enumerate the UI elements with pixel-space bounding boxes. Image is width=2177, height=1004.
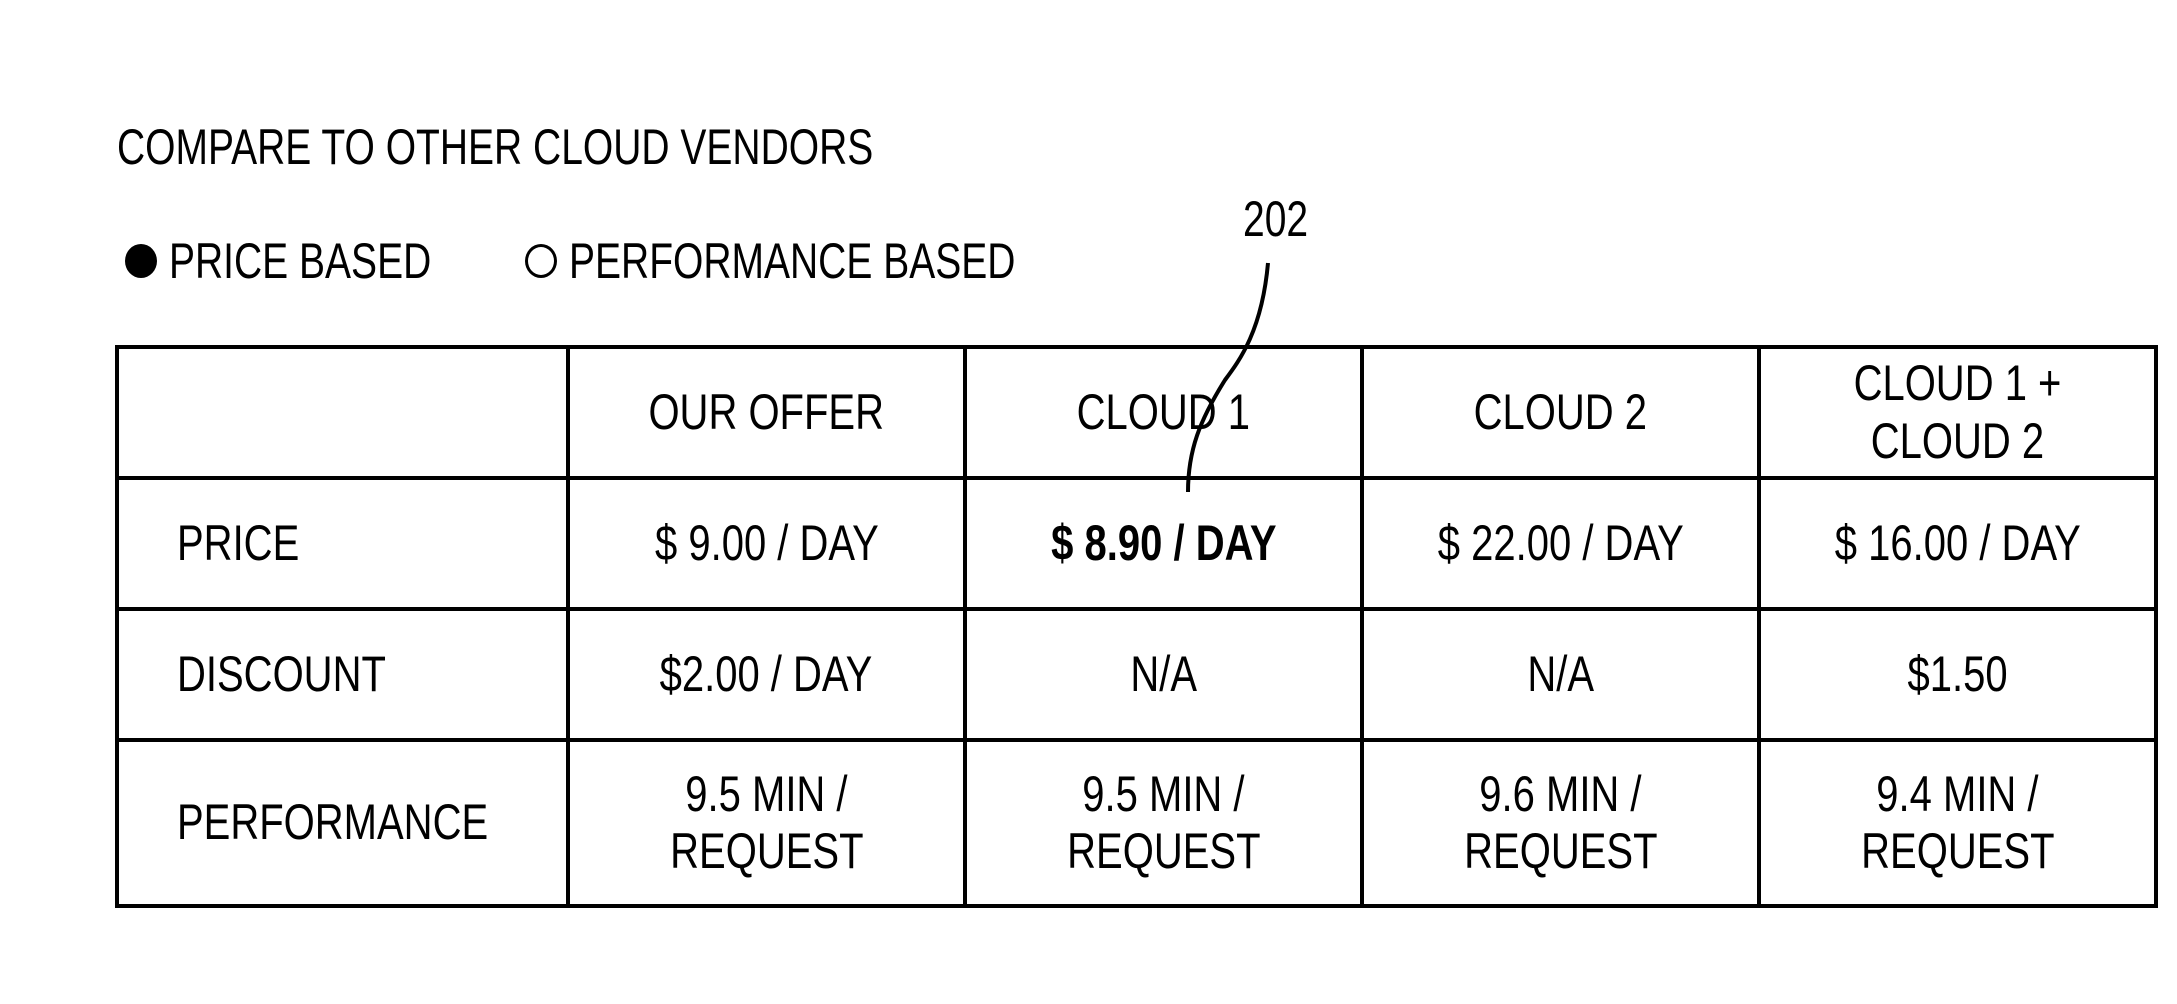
row-label: PRICE	[115, 476, 570, 611]
radio-selected-icon[interactable]	[125, 244, 157, 278]
table-row-price: PRICE $ 9.00 / DAY $ 8.90 / DAY $ 22.00 …	[115, 476, 2158, 611]
table-cell: $ 9.00 / DAY	[565, 476, 967, 611]
table-cell: N/A	[1359, 607, 1761, 742]
header-cell: CLOUD 1 + CLOUD 2	[1756, 345, 2158, 480]
row-label: PERFORMANCE	[115, 738, 570, 908]
table-cell: $2.00 / DAY	[565, 607, 967, 742]
table-row-discount: DISCOUNT $2.00 / DAY N/A N/A $1.50	[115, 607, 2158, 742]
table-cell: $1.50	[1756, 607, 2158, 742]
radio-price-based[interactable]: PRICE BASED	[125, 232, 505, 290]
table-cell: $ 16.00 / DAY	[1756, 476, 2158, 611]
table-header-row: OUR OFFER CLOUD 1 CLOUD 2 CLOUD 1 + CLOU…	[115, 345, 2158, 480]
header-cell: OUR OFFER	[565, 345, 967, 480]
table-cell: N/A	[962, 607, 1364, 742]
table-cell: 9.5 MIN / REQUEST	[962, 738, 1364, 908]
table-cell: 9.4 MIN / REQUEST	[1756, 738, 2158, 908]
page-title: COMPARE TO OTHER CLOUD VENDORS	[117, 119, 874, 175]
radio-label: PRICE BASED	[169, 233, 432, 289]
table-cell: 9.5 MIN / REQUEST	[565, 738, 967, 908]
radio-performance-based[interactable]: PERFORMANCE BASED	[525, 232, 1141, 290]
table-cell-highlighted: $ 8.90 / DAY	[962, 476, 1364, 611]
radio-unselected-icon[interactable]	[525, 244, 557, 278]
header-cell: CLOUD 1	[962, 345, 1364, 480]
header-cell: CLOUD 2	[1359, 345, 1761, 480]
table-cell: 9.6 MIN / REQUEST	[1359, 738, 1761, 908]
reference-numeral: 202	[1243, 191, 1309, 247]
row-label: DISCOUNT	[115, 607, 570, 742]
table-row-performance: PERFORMANCE 9.5 MIN / REQUEST 9.5 MIN / RE…	[115, 738, 2158, 908]
radio-label: PERFORMANCE BASED	[569, 233, 1016, 289]
header-cell-empty	[115, 345, 570, 480]
vendor-comparison-table: OUR OFFER CLOUD 1 CLOUD 2 CLOUD 1 + CLOU…	[115, 345, 2158, 908]
table-cell: $ 22.00 / DAY	[1359, 476, 1761, 611]
